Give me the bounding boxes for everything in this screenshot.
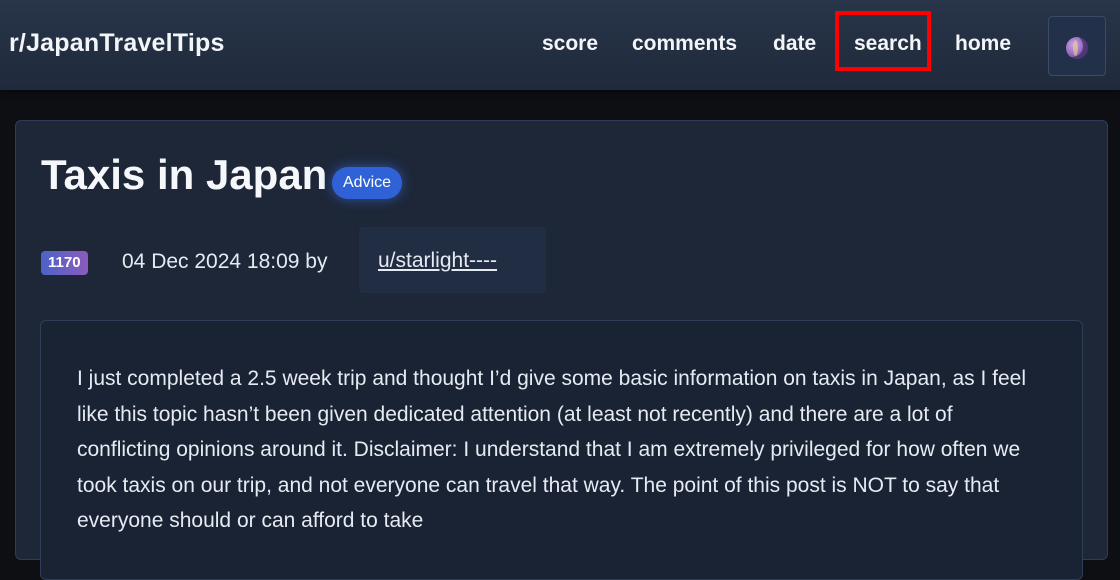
author-container: u/starlight---- [359, 227, 546, 293]
post-title: Taxis in Japan [41, 151, 328, 198]
nav-date-link[interactable]: date [773, 32, 816, 56]
post-date: 04 Dec 2024 18:09 by [122, 250, 328, 273]
sort-nav: score comments date search home [0, 0, 1120, 90]
post-body-text: I just completed a 2.5 week trip and tho… [77, 367, 1027, 532]
post-body: I just completed a 2.5 week trip and tho… [40, 320, 1083, 580]
moon-icon [1066, 37, 1088, 59]
nav-comments-link[interactable]: comments [632, 32, 737, 56]
top-bar: r/JapanTravelTips score comments date se… [0, 0, 1120, 90]
score-badge: 1170 [41, 251, 88, 275]
nav-home-link[interactable]: home [955, 32, 1011, 56]
nav-search-link[interactable]: search [854, 32, 922, 56]
post-card: Taxis in Japan Advice 1170 04 Dec 2024 1… [15, 120, 1108, 580]
flair-badge: Advice [332, 167, 403, 199]
theme-toggle-button[interactable] [1048, 16, 1106, 76]
nav-score-link[interactable]: score [542, 32, 598, 56]
author-link[interactable]: u/starlight---- [378, 249, 497, 273]
